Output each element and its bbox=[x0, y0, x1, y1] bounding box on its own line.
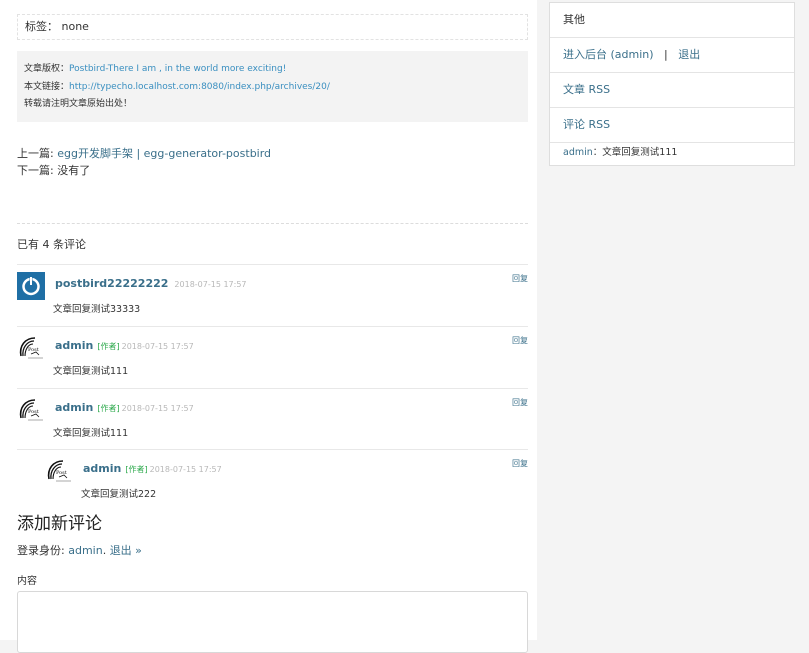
post-navigation: 上一篇: egg开发脚手架 | egg-generator-postbird 下… bbox=[17, 146, 271, 179]
sidebar-item-comment-rss[interactable]: 评论 RSS bbox=[550, 108, 794, 143]
add-comment-title: 添加新评论 bbox=[17, 514, 102, 534]
power-avatar-icon bbox=[17, 272, 45, 300]
comment-author[interactable]: admin bbox=[55, 339, 93, 352]
sidebar: 其他 进入后台 (admin) | 退出 文章 RSS 评论 RSS admin… bbox=[549, 2, 795, 166]
prev-post: 上一篇: egg开发脚手架 | egg-generator-postbird bbox=[17, 146, 271, 163]
comment-time[interactable]: 2018-07-15 17:57 bbox=[122, 342, 194, 351]
reply-link[interactable]: 回复 bbox=[512, 458, 528, 469]
permalink-link[interactable]: http://typecho.localhost.com:8080/index.… bbox=[69, 82, 330, 92]
repost-notice: 转载请注明文章原始出处！ bbox=[24, 99, 133, 109]
comment-time[interactable]: 2018-07-15 17:57 bbox=[174, 280, 246, 289]
comment-body: 文章回复测试111 bbox=[53, 428, 129, 439]
comment-textarea[interactable] bbox=[17, 591, 528, 653]
next-post: 下一篇: 没有了 bbox=[17, 163, 271, 180]
comment-header: postbird22222222 2018-07-15 17:57 bbox=[55, 277, 247, 290]
prev-label: 上一篇: bbox=[17, 147, 54, 160]
comment-item: Post admin [作者] 2018-07-15 17:57 文章回复测试222 回复 bbox=[17, 449, 528, 510]
reply-link[interactable]: 回复 bbox=[512, 335, 528, 346]
divider bbox=[17, 223, 528, 224]
article-rss-link[interactable]: 文章 RSS bbox=[563, 83, 610, 96]
logout-link[interactable]: 退出 » bbox=[110, 544, 142, 557]
comment-header: admin [作者] 2018-07-15 17:57 bbox=[55, 339, 194, 352]
copyright-row: 文章版权：Postbird-There I am , in the world … bbox=[17, 61, 528, 79]
content-label: 内容 bbox=[17, 576, 37, 587]
comment-header: admin [作者] 2018-07-15 17:57 bbox=[83, 462, 222, 475]
comment-body: 文章回复测试111 bbox=[53, 366, 129, 377]
login-prefix: 登录身份: bbox=[17, 544, 65, 557]
author-badge: [作者] bbox=[97, 404, 120, 413]
comment-header: admin [作者] 2018-07-15 17:57 bbox=[55, 401, 194, 414]
next-label: 下一篇: bbox=[17, 163, 54, 177]
permalink-label: 本文链接： bbox=[24, 81, 70, 92]
postbird-avatar-icon: Post bbox=[17, 396, 45, 424]
comment-body: 文章回复测试33333 bbox=[53, 304, 141, 315]
svg-text:Post: Post bbox=[56, 470, 67, 476]
copyright-label: 文章版权： bbox=[24, 64, 70, 74]
copyright-box: 文章版权：Postbird-There I am , in the world … bbox=[17, 51, 528, 122]
author-badge: [作者] bbox=[125, 465, 148, 474]
comment-time[interactable]: 2018-07-15 17:57 bbox=[122, 404, 194, 413]
separator: | bbox=[664, 48, 668, 61]
comment-rss-link[interactable]: 评论 RSS bbox=[563, 118, 610, 131]
sidebar-logout-link[interactable]: 退出 bbox=[678, 48, 700, 61]
svg-text:Post: Post bbox=[28, 347, 39, 353]
recent-sep: ： bbox=[592, 147, 603, 158]
tags-value: none bbox=[61, 20, 89, 33]
copyright-link[interactable]: Postbird-There I am , in the world more … bbox=[69, 64, 286, 74]
sidebar-admin-row: 进入后台 (admin) | 退出 bbox=[550, 38, 794, 73]
tags-box: 标签： none bbox=[17, 14, 528, 40]
comment-author[interactable]: postbird22222222 bbox=[55, 277, 168, 290]
sidebar-item-article-rss[interactable]: 文章 RSS bbox=[550, 73, 794, 108]
admin-link[interactable]: 进入后台 (admin) bbox=[563, 48, 654, 61]
postbird-avatar-icon: Post bbox=[45, 457, 73, 485]
comment-item: Post admin [作者] 2018-07-15 17:57 文章回复测试111 回复 bbox=[17, 326, 528, 387]
comment-author[interactable]: admin bbox=[55, 401, 93, 414]
comment-time[interactable]: 2018-07-15 17:57 bbox=[150, 465, 222, 474]
recent-comment: admin：文章回复测试111 bbox=[550, 143, 794, 163]
next-value: 没有了 bbox=[57, 163, 91, 177]
prev-post-link[interactable]: egg开发脚手架 | egg-generator-postbird bbox=[57, 147, 271, 160]
login-status: 登录身份: admin. 退出 » bbox=[17, 544, 142, 557]
comment-body: 文章回复测试222 bbox=[81, 489, 157, 500]
recent-author-link[interactable]: admin bbox=[563, 147, 593, 158]
comment-item: postbird22222222 2018-07-15 17:57 文章回复测试33… bbox=[17, 264, 528, 325]
main-content: 标签： none 文章版权：Postbird-There I am , in t… bbox=[0, 0, 537, 653]
author-badge: [作者] bbox=[97, 342, 120, 351]
reply-link[interactable]: 回复 bbox=[512, 273, 528, 284]
postbird-avatar-icon: Post bbox=[17, 334, 45, 362]
comment-item: Post admin [作者] 2018-07-15 17:57 文章回复测试111 回复 bbox=[17, 388, 528, 449]
svg-text:Post: Post bbox=[28, 409, 39, 415]
recent-text: 文章回复测试111 bbox=[602, 147, 678, 158]
comment-author[interactable]: admin bbox=[83, 462, 121, 475]
comment-count: 已有 4 条评论 bbox=[17, 238, 86, 251]
reply-link[interactable]: 回复 bbox=[512, 397, 528, 408]
permalink-row: 本文链接：http://typecho.localhost.com:8080/i… bbox=[17, 79, 528, 97]
login-user-link[interactable]: admin bbox=[68, 544, 102, 557]
sidebar-heading: 其他 bbox=[550, 3, 794, 38]
tags-label: 标签： bbox=[25, 20, 58, 33]
